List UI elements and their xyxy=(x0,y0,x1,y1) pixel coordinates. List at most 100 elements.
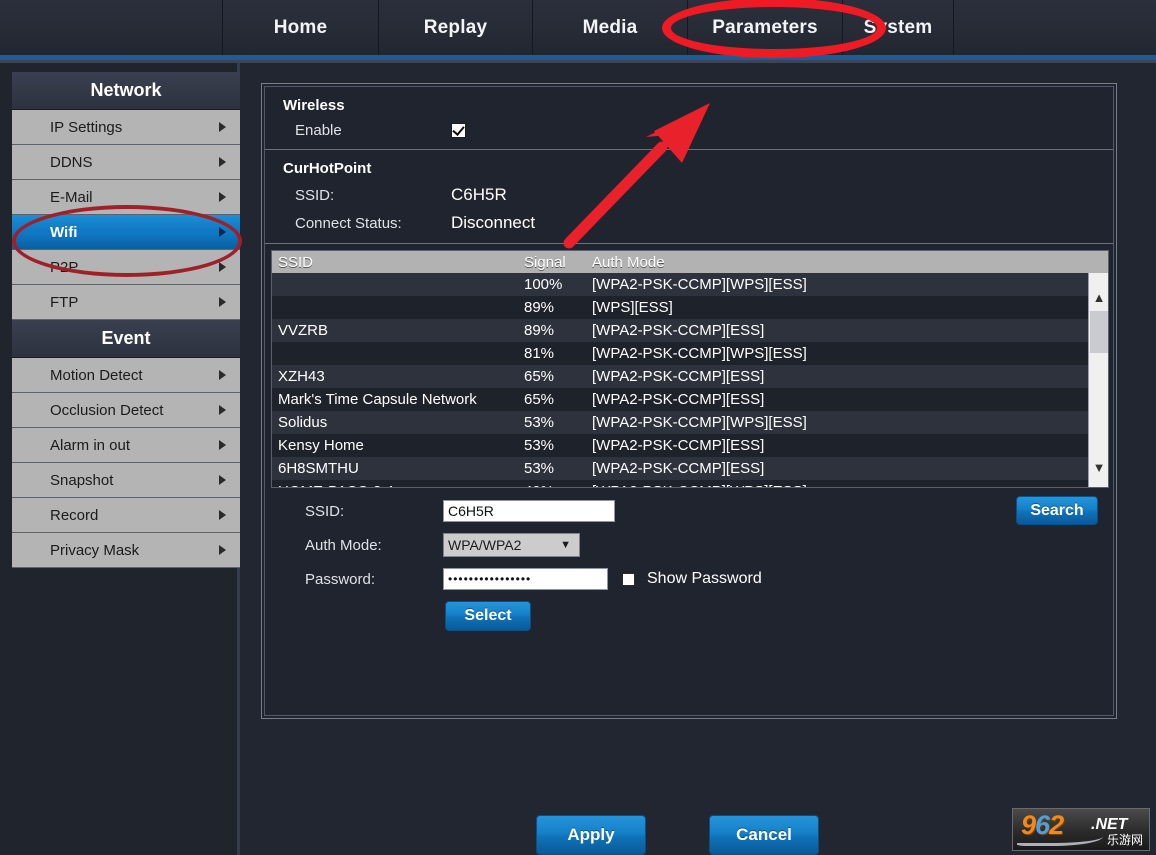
chevron-right-icon xyxy=(219,545,226,555)
tab-system[interactable]: System xyxy=(843,0,953,55)
sidebar-item-record[interactable]: Record xyxy=(12,498,240,533)
chevron-right-icon xyxy=(219,192,226,202)
chevron-right-icon xyxy=(219,262,226,272)
enable-checkbox[interactable] xyxy=(451,123,466,138)
form-password-label: Password: xyxy=(305,570,376,588)
cell-signal: 89% xyxy=(524,322,555,339)
wireless-section-title: Wireless xyxy=(283,97,345,114)
form-ssid-label: SSID: xyxy=(305,502,345,520)
sidebar-item-motion-detect[interactable]: Motion Detect xyxy=(12,358,240,393)
cell-auth: [WPA2-PSK-CCMP][ESS] xyxy=(592,391,765,408)
chevron-right-icon xyxy=(219,405,226,415)
sidebar-item-label: FTP xyxy=(50,293,79,311)
table-row[interactable]: 81% [WPA2-PSK-CCMP][WPS][ESS] xyxy=(272,342,1090,365)
sidebar-item-label: Record xyxy=(50,506,99,524)
tab-media[interactable]: Media xyxy=(533,0,688,55)
sidebar-item-alarm-in-out[interactable]: Alarm in out xyxy=(12,428,240,463)
table-row[interactable]: 6H8SMTHU 53% [WPA2-PSK-CCMP][ESS] xyxy=(272,457,1090,480)
chevron-down-icon: ▼ xyxy=(560,539,571,551)
password-input[interactable]: •••••••••••••••• xyxy=(443,568,608,590)
sidebar-item-label: IP Settings xyxy=(50,118,123,136)
auth-mode-select[interactable]: WPA/WPA2 ▼ xyxy=(443,533,580,557)
apply-button[interactable]: Apply xyxy=(536,815,646,855)
cell-signal: 89% xyxy=(524,299,555,316)
cell-ssid: HOME-B1CC-2.4 xyxy=(272,483,524,487)
sidebar-item-ftp[interactable]: FTP xyxy=(12,285,240,320)
tab-home[interactable]: Home xyxy=(223,0,379,55)
table-row[interactable]: Solidus 53% [WPA2-PSK-CCMP][WPS][ESS] xyxy=(272,411,1090,434)
chevron-right-icon xyxy=(219,440,226,450)
sidebar: Network IP Settings DDNS E-Mail Wifi P2P… xyxy=(0,63,240,855)
sidebar-item-label: Wifi xyxy=(50,223,78,241)
table-row[interactable]: Kensy Home 53% [WPA2-PSK-CCMP][ESS] xyxy=(272,434,1090,457)
cell-ssid: Mark's Time Capsule Network xyxy=(278,391,477,408)
header-right-area xyxy=(953,0,1156,55)
cell-signal: 65% xyxy=(524,391,555,408)
cell-ssid: 6H8SMTHU xyxy=(278,460,359,477)
sidebar-item-label: Snapshot xyxy=(50,471,114,489)
sidebar-item-wifi[interactable]: Wifi xyxy=(12,215,240,250)
cell-auth: [WPA2-PSK-CCMP][ESS] xyxy=(592,460,765,477)
sidebar-item-ip-settings[interactable]: IP Settings xyxy=(12,110,240,145)
cell-signal: 53% xyxy=(524,414,555,431)
sidebar-item-ddns[interactable]: DDNS xyxy=(12,145,240,180)
wifi-list-scrollbar[interactable]: ▲ ▼ xyxy=(1088,273,1108,487)
chevron-up-icon[interactable]: ▲ xyxy=(1089,287,1108,307)
sidebar-item-p2p[interactable]: P2P xyxy=(12,250,240,285)
sidebar-item-label: P2P xyxy=(50,258,79,276)
header-logo-area xyxy=(0,0,223,55)
sidebar-group-network: Network xyxy=(12,72,240,110)
sidebar-item-label: E-Mail xyxy=(50,188,93,206)
top-navigation-bar: Home Replay Media Parameters System xyxy=(0,0,1156,55)
cell-signal: 53% xyxy=(524,460,555,477)
cell-auth: [WPA2-PSK-CCMP][ESS] xyxy=(592,437,765,454)
watermark-chinese-text: 乐游网 xyxy=(1106,833,1143,847)
column-header-ssid: SSID xyxy=(278,253,314,271)
tab-parameters[interactable]: Parameters xyxy=(688,0,843,55)
cell-signal: 81% xyxy=(524,345,555,362)
sidebar-item-label: Occlusion Detect xyxy=(50,401,164,419)
sidebar-item-email[interactable]: E-Mail xyxy=(12,180,240,215)
cell-auth: [WPS][ESS] xyxy=(592,299,673,316)
enable-label: Enable xyxy=(295,122,342,139)
table-row[interactable]: HOME-B1CC-2.4 49% [WPA2-PSK-CCMP][WPS][E… xyxy=(272,480,1090,487)
sidebar-item-privacy-mask[interactable]: Privacy Mask xyxy=(12,533,240,568)
main-content: Wireless Enable CurHotPoint SSID: C6H5R … xyxy=(243,63,1156,855)
chevron-right-icon xyxy=(219,227,226,237)
cancel-button[interactable]: Cancel xyxy=(709,815,819,855)
cell-auth: [WPA2-PSK-CCMP][WPS][ESS] xyxy=(592,483,1090,487)
cell-auth: [WPA2-PSK-CCMP][WPS][ESS] xyxy=(592,276,807,293)
cell-ssid: Solidus xyxy=(278,414,328,431)
sidebar-item-occlusion-detect[interactable]: Occlusion Detect xyxy=(12,393,240,428)
cell-auth: [WPA2-PSK-CCMP][WPS][ESS] xyxy=(592,414,807,431)
cell-ssid: XZH43 xyxy=(278,368,325,385)
chevron-right-icon xyxy=(219,157,226,167)
table-row[interactable]: 89% [WPS][ESS] xyxy=(272,296,1090,319)
cur-hot-point-section: CurHotPoint SSID: C6H5R Connect Status: … xyxy=(265,150,1113,244)
watermark-swoosh-icon xyxy=(1017,830,1103,846)
table-row[interactable]: Mark's Time Capsule Network 65% [WPA2-PS… xyxy=(272,388,1090,411)
show-password-checkbox[interactable] xyxy=(622,572,635,586)
table-row[interactable]: VVZRB 89% [WPA2-PSK-CCMP][ESS] xyxy=(272,319,1090,342)
search-button[interactable]: Search xyxy=(1016,496,1098,525)
wifi-list-body[interactable]: 100% [WPA2-PSK-CCMP][WPS][ESS] 89% [WPS]… xyxy=(272,273,1108,487)
ssid-input[interactable] xyxy=(443,500,615,522)
show-password-label: Show Password xyxy=(647,570,762,587)
sidebar-item-label: Motion Detect xyxy=(50,366,143,384)
chevron-right-icon xyxy=(219,510,226,520)
cur-hot-point-title: CurHotPoint xyxy=(283,160,372,177)
scrollbar-thumb[interactable] xyxy=(1090,311,1108,353)
select-button[interactable]: Select xyxy=(445,601,531,631)
cell-signal: 49% xyxy=(524,483,592,487)
table-row[interactable]: XZH43 65% [WPA2-PSK-CCMP][ESS] xyxy=(272,365,1090,388)
cell-auth: [WPA2-PSK-CCMP][ESS] xyxy=(592,322,765,339)
table-row[interactable]: 100% [WPA2-PSK-CCMP][WPS][ESS] xyxy=(272,273,1090,296)
connect-status-label: Connect Status: xyxy=(295,214,402,232)
sidebar-item-snapshot[interactable]: Snapshot xyxy=(12,463,240,498)
tab-replay[interactable]: Replay xyxy=(379,0,533,55)
chevron-down-icon[interactable]: ▼ xyxy=(1089,457,1108,477)
chevron-right-icon xyxy=(219,297,226,307)
column-header-signal: Signal xyxy=(524,253,566,271)
sidebar-menu: Network IP Settings DDNS E-Mail Wifi P2P… xyxy=(12,72,240,568)
sidebar-item-label: Privacy Mask xyxy=(50,541,140,559)
